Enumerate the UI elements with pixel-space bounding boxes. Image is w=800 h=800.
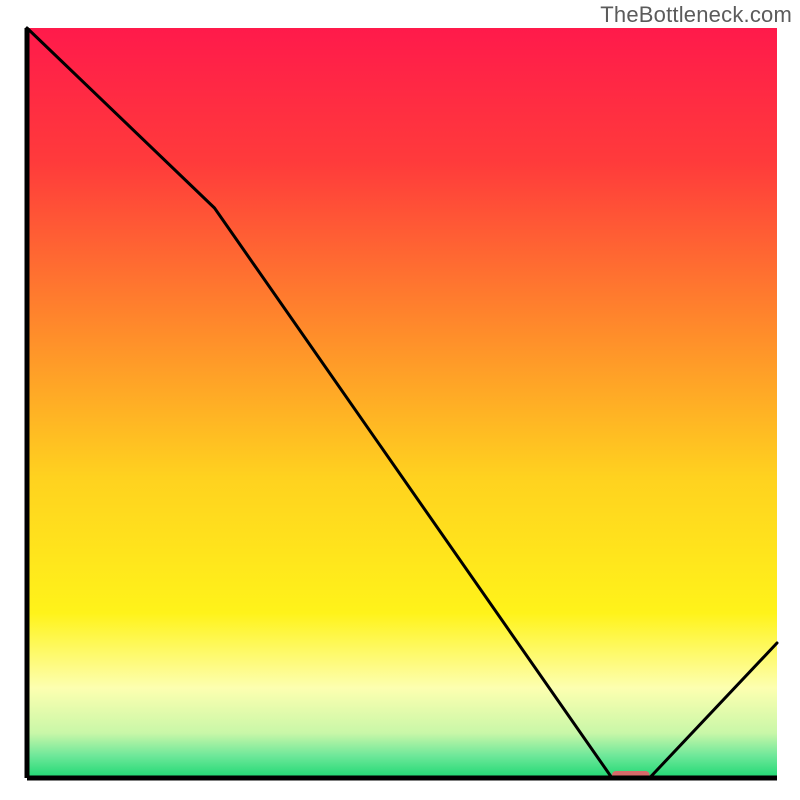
bottleneck-chart bbox=[0, 0, 800, 800]
chart-container: TheBottleneck.com bbox=[0, 0, 800, 800]
plot-background bbox=[27, 28, 777, 778]
